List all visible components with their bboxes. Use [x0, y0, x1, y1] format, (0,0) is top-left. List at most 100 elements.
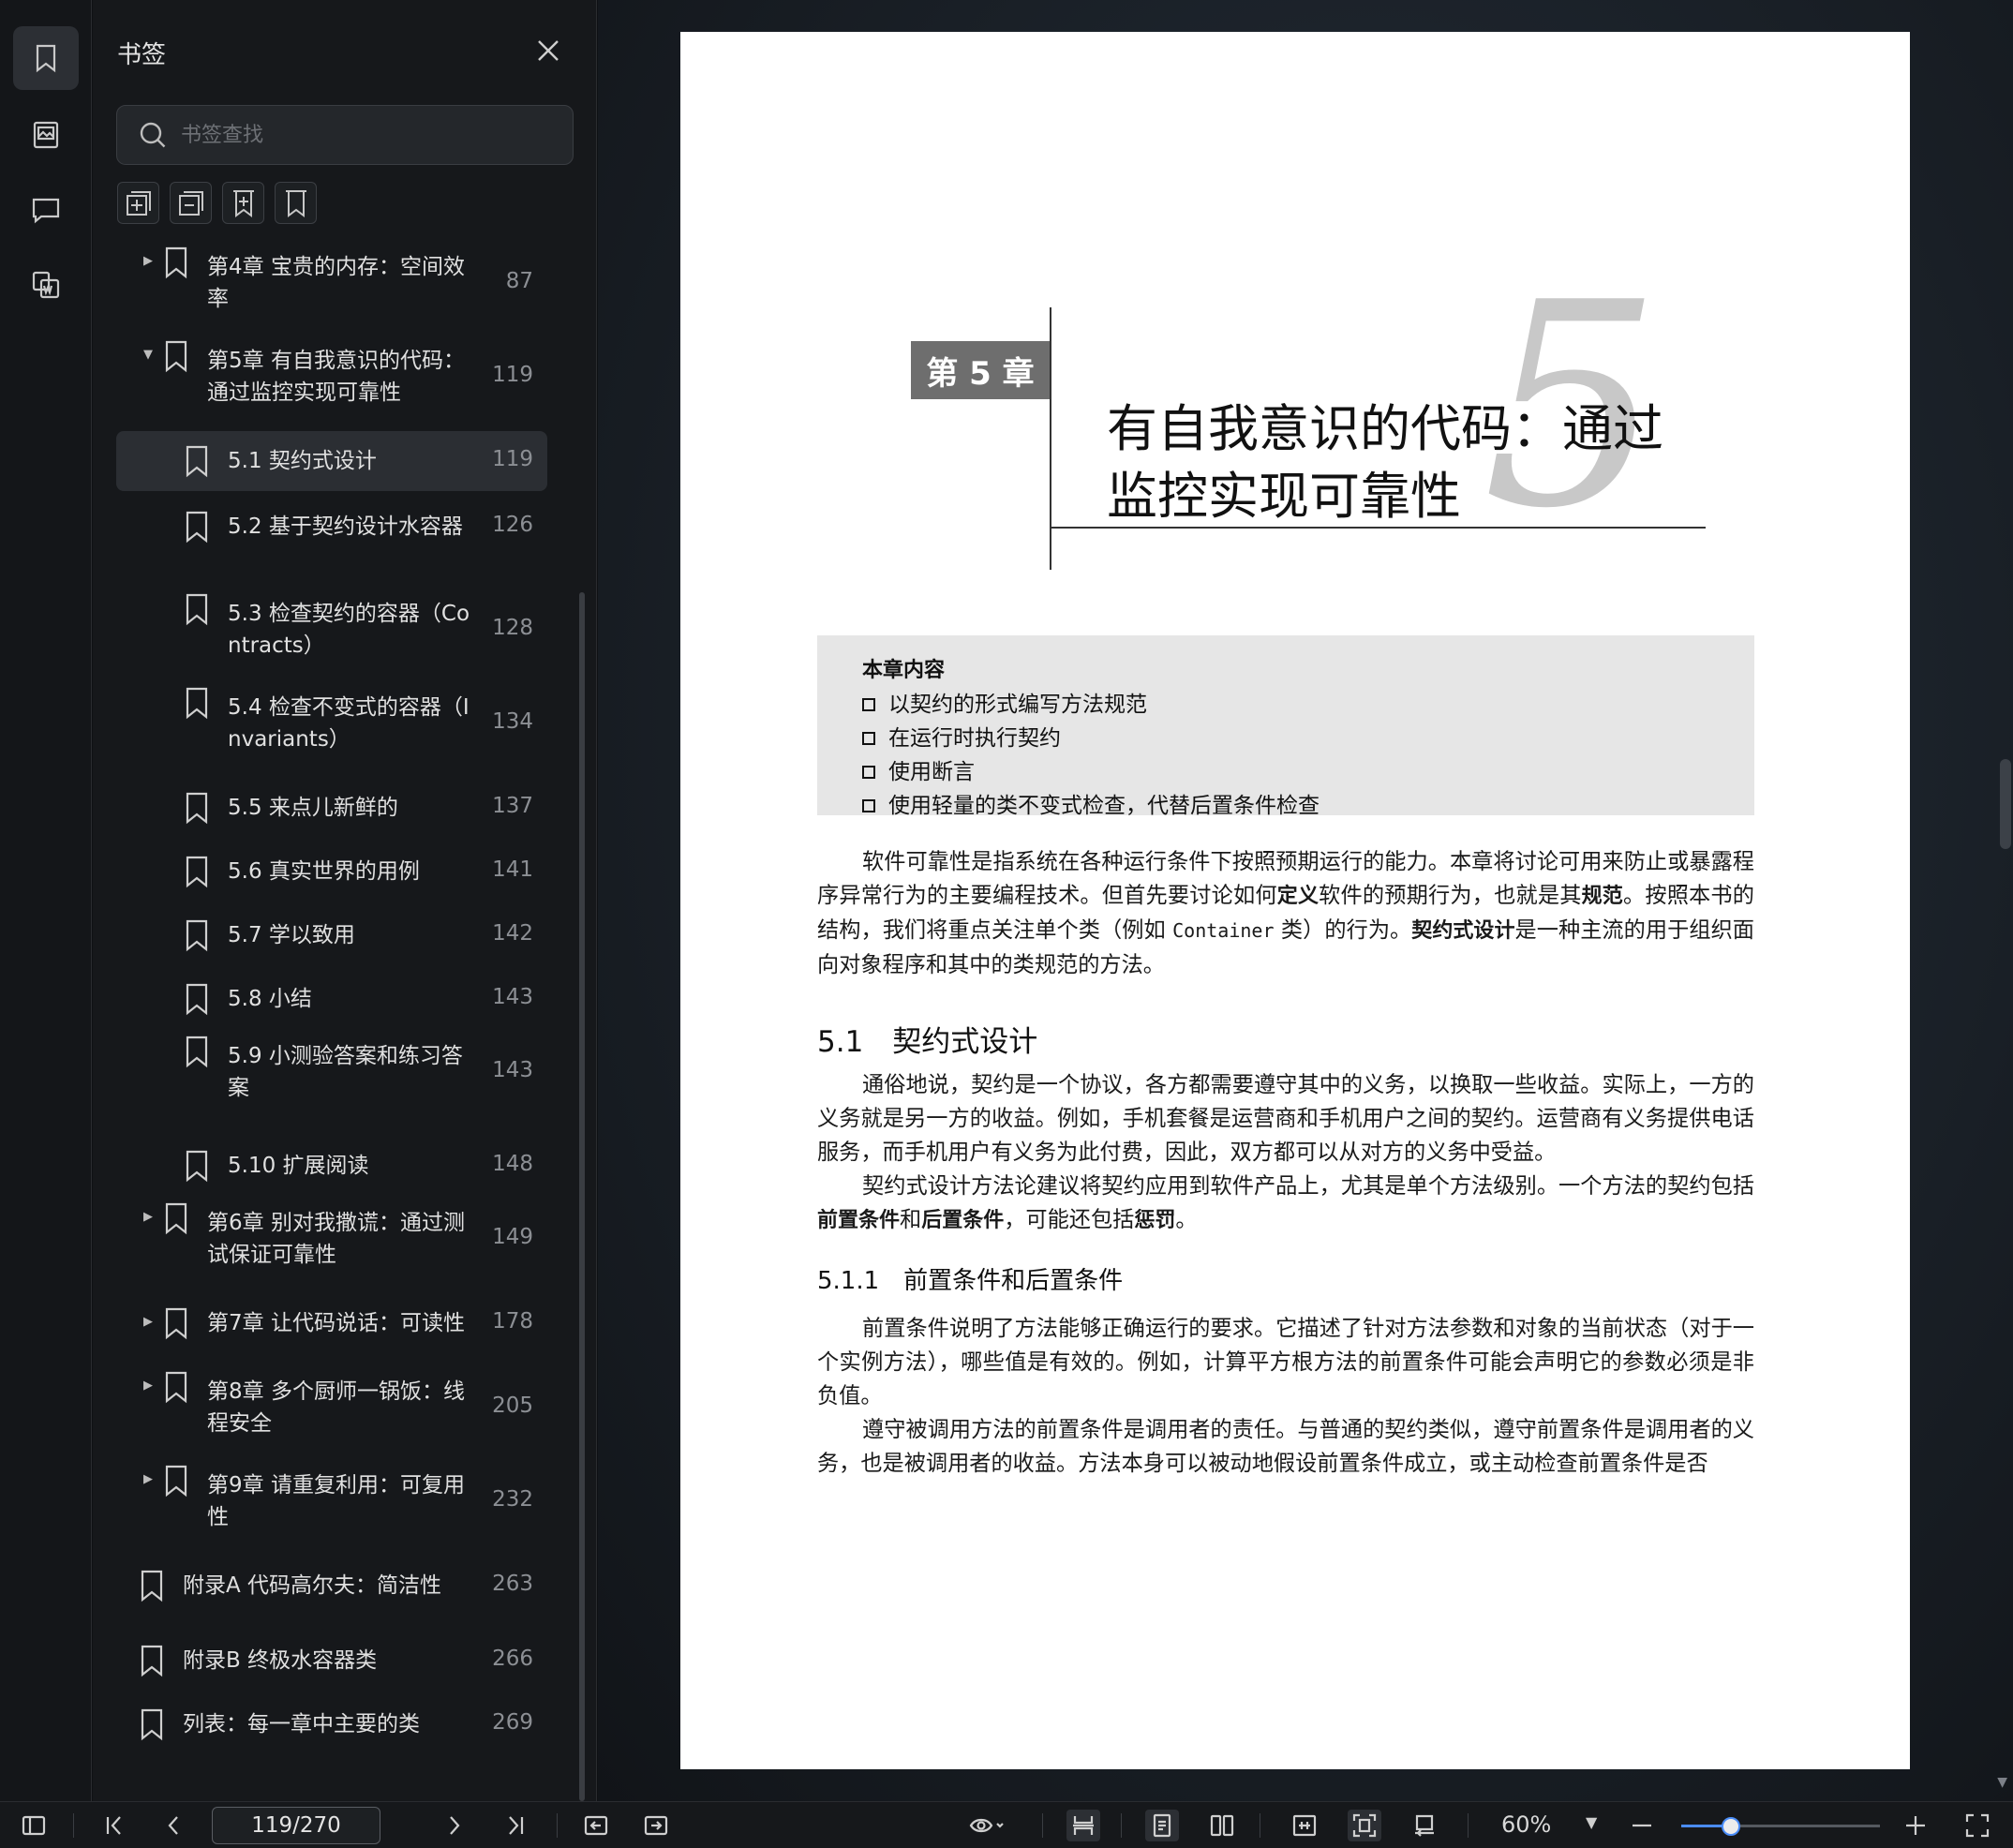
- bookmarks-tab[interactable]: [13, 26, 79, 90]
- scroll-down-arrow-icon[interactable]: ▼: [1997, 1775, 2007, 1790]
- attachments-tab[interactable]: [13, 253, 79, 317]
- minus-icon: [1633, 1824, 1651, 1827]
- bookmark-item[interactable]: ▶ 第8章 多个厨师一锅饭：线 程安全 205: [93, 1368, 580, 1447]
- checkbox-square-icon: [862, 732, 875, 745]
- two-page-button[interactable]: [1205, 1810, 1239, 1841]
- bookmark-item[interactable]: 列表：每一章中主要的类 269: [93, 1694, 580, 1754]
- zoom-slider-thumb[interactable]: [1722, 1817, 1740, 1836]
- continuous-scroll-button[interactable]: [1066, 1810, 1100, 1841]
- bookmark-item[interactable]: 5.2 基于契约设计水容器 126: [93, 497, 580, 557]
- previous-page-button[interactable]: [157, 1810, 191, 1841]
- bookmark-item[interactable]: 5.5 来点儿新鲜的 137: [93, 778, 580, 838]
- zoom-in-button[interactable]: [1899, 1810, 1932, 1841]
- zoom-level[interactable]: 60%: [1501, 1811, 1551, 1838]
- bookmark-label: 第7章 让代码说话：可读性: [207, 1311, 465, 1335]
- bookmark-icon: [36, 44, 56, 73]
- document-copy-icon: [32, 271, 60, 299]
- expand-all-button[interactable]: [117, 182, 159, 224]
- bookmark-page-number: 143: [492, 985, 533, 1009]
- bookmark-item[interactable]: 附录B 终极水容器类 266: [93, 1631, 580, 1691]
- document-scrollbar[interactable]: [2000, 759, 2011, 849]
- bookmark-item[interactable]: 5.10 扩展阅读 148: [93, 1136, 580, 1196]
- caret-right-icon[interactable]: ▶: [143, 1211, 157, 1224]
- zoom-slider[interactable]: [1681, 1817, 1880, 1836]
- bookmark-page-number: 137: [492, 794, 533, 818]
- go-forward-button[interactable]: [639, 1810, 673, 1841]
- bookmark-item[interactable]: 5.6 真实世界的用例 141: [93, 842, 580, 902]
- bookmark-current-button[interactable]: [275, 182, 317, 224]
- left-icon-rail: [0, 0, 92, 1801]
- bookmark-label: 5.5 来点儿新鲜的: [228, 796, 398, 820]
- close-panel-button[interactable]: [533, 36, 563, 66]
- bookmark-item[interactable]: 5.3 检查契约的容器（Co ntracts） 128: [93, 590, 580, 669]
- bookmark-icon: [183, 510, 211, 544]
- zoom-dropdown-chevron-icon[interactable]: ▼: [1586, 1813, 1597, 1831]
- fit-page-button[interactable]: [1348, 1810, 1381, 1841]
- caret-right-icon[interactable]: ▶: [143, 1379, 157, 1393]
- bookmark-item[interactable]: 5.7 学以致用 142: [93, 905, 580, 965]
- toggle-sidebar-button[interactable]: [17, 1810, 51, 1841]
- bookmark-item[interactable]: ▶ 第4章 宝贵的内存：空间效 率 87: [93, 244, 580, 322]
- bookmark-item[interactable]: 5.4 检查不变式的容器（I nvariants） 134: [93, 684, 580, 763]
- caret-right-icon[interactable]: ▶: [143, 1473, 157, 1486]
- bookmark-page-number: 149: [492, 1225, 533, 1249]
- bookmark-label: 5.7 学以致用: [228, 923, 355, 947]
- rotate-icon: [1415, 1814, 1434, 1837]
- bookmark-icon: [138, 1569, 166, 1602]
- comments-tab[interactable]: [13, 178, 79, 242]
- fit-width-button[interactable]: [1288, 1810, 1321, 1841]
- contents-item: 使用断言: [862, 755, 1754, 789]
- bookmark-search-input[interactable]: [181, 123, 537, 147]
- back-arrow-box-icon: [584, 1815, 608, 1836]
- page-number-input[interactable]: 119/270: [212, 1807, 380, 1844]
- go-back-button[interactable]: [579, 1810, 613, 1841]
- bookmark-item[interactable]: ▶ 第9章 请重复利用：可复用 性 232: [93, 1462, 580, 1541]
- contents-item-text: 使用断言: [888, 760, 975, 784]
- bookmark-icon: [183, 444, 211, 478]
- bookmark-page-number: 87: [505, 269, 533, 293]
- bookmark-item[interactable]: 5.9 小测验答案和练习答 案 143: [93, 1033, 580, 1111]
- fullscreen-button[interactable]: [1961, 1810, 1994, 1841]
- chevron-right-icon: [450, 1816, 460, 1835]
- next-page-button[interactable]: [437, 1810, 470, 1841]
- read-mode-dropdown[interactable]: [960, 1810, 1016, 1841]
- bookmark-icon: [183, 1035, 211, 1068]
- caret-down-icon[interactable]: ▼: [143, 349, 157, 362]
- comment-icon: [32, 198, 60, 224]
- panel-scrollbar[interactable]: [579, 592, 585, 1801]
- toolbar-divider: [1121, 1813, 1122, 1838]
- bookmark-page-number: 142: [492, 921, 533, 946]
- bookmark-page-number: 134: [492, 709, 533, 734]
- single-page-button[interactable]: [1145, 1810, 1179, 1841]
- first-page-button[interactable]: [97, 1810, 131, 1841]
- fit-page-icon: [1352, 1813, 1377, 1838]
- collapse-all-button[interactable]: [170, 182, 212, 224]
- bookmark-item[interactable]: 附录A 代码高尔夫：简洁性 263: [93, 1556, 580, 1616]
- add-bookmark-button[interactable]: [222, 182, 264, 224]
- bookmark-page-number: 205: [492, 1393, 533, 1418]
- bookmark-item[interactable]: ▶ 第7章 让代码说话：可读性 178: [93, 1293, 580, 1353]
- caret-right-icon[interactable]: ▶: [143, 1316, 157, 1329]
- contents-box-title: 本章内容: [862, 659, 946, 682]
- bookmark-item[interactable]: 5.1 契约式设计 119: [93, 431, 580, 491]
- zoom-out-button[interactable]: [1625, 1810, 1659, 1841]
- plus-icon: [1906, 1816, 1925, 1835]
- rotate-page-button[interactable]: [1408, 1810, 1441, 1841]
- bookmark-item[interactable]: ▶ 第6章 别对我撒谎：通过测 试保证可靠性 149: [93, 1200, 580, 1278]
- caret-right-icon[interactable]: ▶: [143, 255, 157, 268]
- add-bookmark-icon: [232, 189, 254, 217]
- image-icon: [33, 121, 59, 149]
- bookmark-item[interactable]: 5.8 小结 143: [93, 969, 580, 1029]
- sidebar-icon: [22, 1815, 46, 1836]
- bookmark-page-number: 269: [492, 1710, 533, 1735]
- bookmark-item[interactable]: ▼ 第5章 有自我意识的代码： 通过监控实现可靠性 119: [93, 337, 580, 416]
- last-page-button[interactable]: [499, 1810, 532, 1841]
- bookmark-search-box[interactable]: [116, 105, 574, 165]
- bookmark-toolbar: [117, 182, 317, 224]
- bookmark-icon: [162, 1464, 190, 1498]
- section-heading-5-1-1: 5.1.1 前置条件和后置条件: [817, 1267, 1124, 1295]
- thumbnails-tab[interactable]: [13, 103, 79, 167]
- contents-item: 以契约的形式编写方法规范: [862, 688, 1754, 722]
- contents-item-text: 在运行时执行契约: [888, 726, 1061, 751]
- bookmark-icon: [162, 339, 190, 373]
